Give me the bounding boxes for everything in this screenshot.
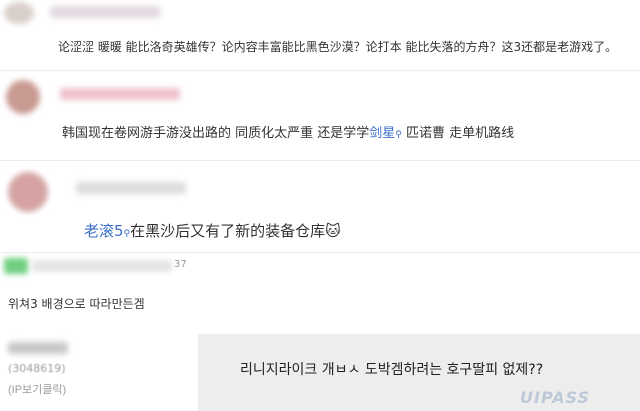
divider (0, 160, 640, 161)
username (76, 182, 186, 194)
user-badge (4, 258, 28, 274)
comment-text: 论涩涩 暖暖 能比洛奇英雄传？论内容丰富能比黑色沙漠？论打本 能比失落的方舟？这… (58, 40, 618, 54)
avatar (6, 80, 40, 114)
keyword-link[interactable]: 剑星 (369, 126, 395, 141)
ip-link[interactable]: (IP보기클릭) (8, 381, 66, 397)
comment-text-after: 匹诺曹 走单机路线 (401, 126, 515, 141)
comment-text: 위쳐3 배경으로 따라만든겜 (8, 297, 145, 311)
user-id: (3048619) (8, 362, 66, 375)
comment-text: 리니지라이크 개ㅂㅅ 도박겜하려는 호구딸피 없제?? (240, 362, 544, 378)
username (8, 342, 68, 354)
mention-link[interactable]: 老滚5 (84, 222, 124, 240)
search-icon[interactable]: ⚲ (395, 130, 402, 140)
divider (0, 70, 640, 71)
reply-count: 37 (174, 259, 187, 270)
cat-emoji-icon: 🐱 (325, 222, 341, 240)
avatar (4, 2, 34, 24)
username (32, 260, 172, 272)
comment-text: 老滚5⚲在黑沙后又有了新的装备仓库🐱 (84, 220, 341, 241)
comment-text-before: 韩国现在卷网游手游没出路的 同质化太严重 还是学学 (62, 126, 370, 141)
comment-text: 韩国现在卷网游手游没出路的 同质化太严重 还是学学剑星⚲ 匹诺曹 走单机路线 (62, 122, 514, 141)
comment-text-body: 在黑沙后又有了新的装备仓库 (130, 222, 326, 240)
username (60, 88, 180, 100)
divider (0, 252, 640, 253)
watermark-logo: UIPASS (520, 388, 591, 407)
username (50, 6, 160, 18)
avatar (8, 172, 48, 212)
